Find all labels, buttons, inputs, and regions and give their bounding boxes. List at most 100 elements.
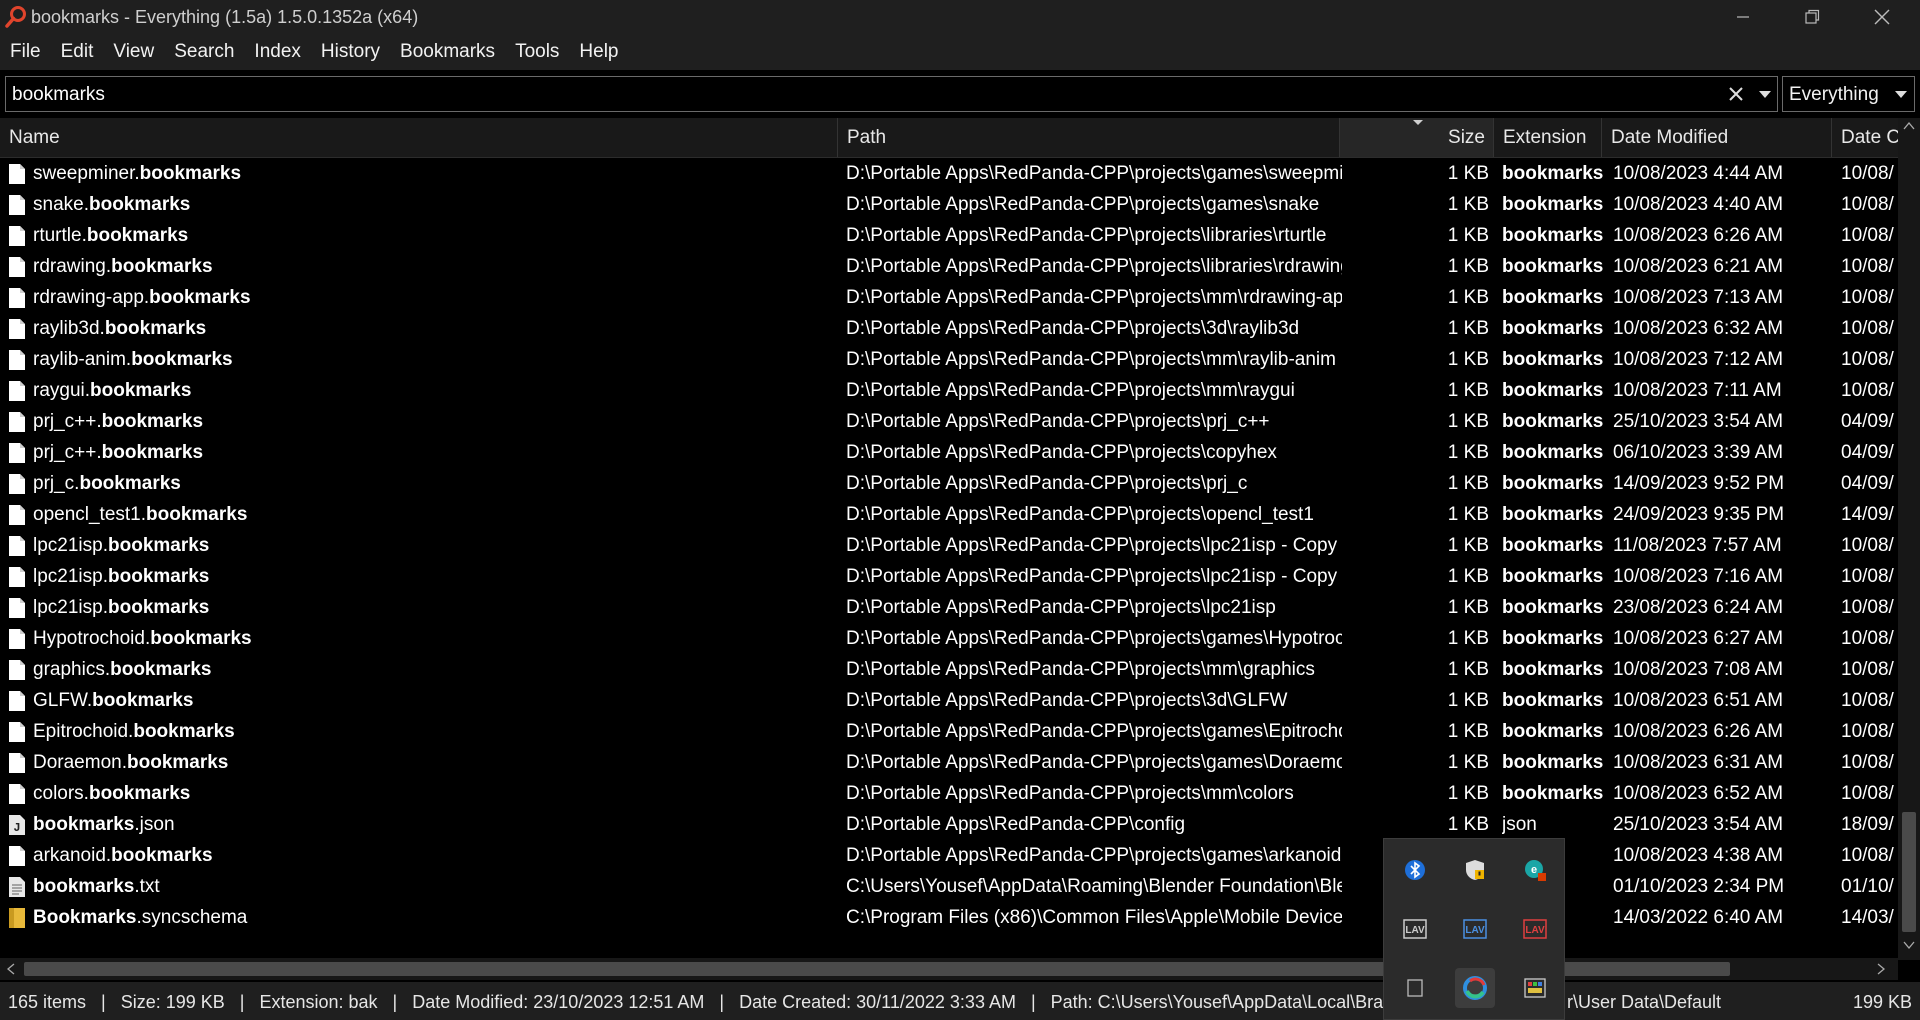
menu-index[interactable]: Index	[244, 41, 310, 63]
svg-text:LAV: LAV	[1465, 925, 1485, 936]
file-path: D:\Portable Apps\RedPanda-CPP\projects\m…	[846, 349, 1336, 370]
minimize-icon	[1737, 16, 1749, 18]
file-name: raylib3d.bookmarks	[33, 318, 207, 339]
table-row[interactable]: Doraemon.bookmarks D:\Portable Apps\RedPa…	[0, 747, 1898, 778]
lav-red-icon[interactable]: LAV	[1515, 909, 1555, 949]
menu-view[interactable]: View	[103, 41, 164, 63]
file-path: D:\Portable Apps\RedPanda-CPP\projects\g…	[846, 845, 1342, 866]
menu-edit[interactable]: Edit	[51, 41, 104, 63]
file-date-modified: 10/08/2023 7:11 AM	[1613, 380, 1782, 401]
table-row[interactable]: lpc21isp.bookmarks D:\Portable Apps\RedPa…	[0, 530, 1898, 561]
table-row[interactable]: sweepminer.bookmarks D:\Portable Apps\Red…	[0, 158, 1898, 189]
file-date-modified: 10/08/2023 6:32 AM	[1613, 318, 1784, 339]
table-row[interactable]: Bookmarks.syncschema C:\Program Files (x8…	[0, 902, 1898, 933]
column-extension[interactable]: Extension	[1494, 118, 1602, 157]
file-icon	[8, 721, 26, 743]
file-name: prj_c.bookmarks	[33, 473, 181, 494]
file-icon	[8, 442, 26, 464]
table-row[interactable]: colors.bookmarks D:\Portable Apps\RedPand…	[0, 778, 1898, 809]
lav-blue-icon[interactable]: LAV	[1455, 909, 1495, 949]
file-size: 1 KB	[1447, 287, 1489, 308]
file-path: D:\Portable Apps\RedPanda-CPP\projects\g…	[846, 721, 1342, 742]
table-row[interactable]: raylib3d.bookmarks D:\Portable Apps\RedPa…	[0, 313, 1898, 344]
column-path[interactable]: Path	[838, 118, 1340, 157]
table-row[interactable]: GLFW.bookmarks D:\Portable Apps\RedPanda-…	[0, 685, 1898, 716]
restore-button[interactable]	[1782, 0, 1842, 34]
file-path: D:\Portable Apps\RedPanda-CPP\projects\g…	[846, 752, 1342, 773]
vertical-scroll-thumb[interactable]	[1902, 812, 1916, 932]
scroll-right-icon[interactable]	[1876, 963, 1886, 975]
table-row[interactable]: raylib-anim.bookmarks D:\Portable Apps\Re…	[0, 344, 1898, 375]
vertical-scrollbar[interactable]	[1898, 118, 1920, 960]
svg-text:J: J	[13, 821, 20, 835]
file-icon	[8, 225, 26, 247]
table-row[interactable]: prj_c.bookmarks D:\Portable Apps\RedPanda…	[0, 468, 1898, 499]
horizontal-scrollbar[interactable]	[0, 958, 1898, 980]
close-button[interactable]	[1852, 0, 1912, 34]
edge-browser-icon[interactable]	[1455, 968, 1495, 1008]
file-icon	[8, 845, 26, 867]
menu-history[interactable]: History	[311, 41, 390, 63]
menu-search[interactable]: Search	[164, 41, 244, 63]
blank-app-icon[interactable]	[1395, 968, 1435, 1008]
svg-text:e: e	[1531, 864, 1537, 876]
edge-update-icon[interactable]: e	[1515, 850, 1555, 890]
file-icon	[8, 597, 26, 619]
file-icon	[8, 411, 26, 433]
security-shield-icon[interactable]	[1455, 850, 1495, 890]
svg-text:LAV: LAV	[1525, 925, 1545, 936]
file-date-modified: 10/08/2023 7:13 AM	[1613, 287, 1784, 308]
file-icon	[8, 783, 26, 805]
file-date-modified: 23/08/2023 6:24 AM	[1613, 597, 1784, 618]
lav-icon[interactable]: LAV	[1395, 909, 1435, 949]
file-date-modified: 24/09/2023 9:35 PM	[1613, 504, 1785, 525]
menu-bookmarks[interactable]: Bookmarks	[390, 41, 505, 63]
file-path: D:\Portable Apps\RedPanda-CPP\projects\l…	[846, 256, 1342, 277]
file-size: 1 KB	[1447, 628, 1489, 649]
minimize-button[interactable]	[1713, 0, 1773, 34]
file-name: raygui.bookmarks	[33, 380, 192, 401]
table-row[interactable]: prj_c++.bookmarks D:\Portable Apps\RedPan…	[0, 406, 1898, 437]
table-row[interactable]: snake.bookmarks D:\Portable Apps\RedPanda…	[0, 189, 1898, 220]
column-date-created[interactable]: Date C	[1832, 118, 1905, 157]
table-row[interactable]: rturtle.bookmarks D:\Portable Apps\RedPan…	[0, 220, 1898, 251]
table-row[interactable]: rdrawing-app.bookmarks D:\Portable Apps\R…	[0, 282, 1898, 313]
menu-tools[interactable]: Tools	[505, 41, 569, 63]
file-name: sweepminer.bookmarks	[33, 163, 242, 184]
table-row[interactable]: Jbookmarks.json D:\Portable Apps\RedPanda…	[0, 809, 1898, 840]
menu-file[interactable]: File	[0, 41, 51, 63]
file-date-created: 10/08/	[1841, 535, 1894, 556]
table-row[interactable]: rdrawing.bookmarks D:\Portable Apps\RedPa…	[0, 251, 1898, 282]
table-row[interactable]: prj_c++.bookmarks D:\Portable Apps\RedPan…	[0, 437, 1898, 468]
file-date-created: 04/09/	[1841, 473, 1894, 494]
table-row[interactable]: Hypotrochoid.bookmarks D:\Portable Apps\R…	[0, 623, 1898, 654]
filter-select[interactable]: Everything	[1782, 76, 1915, 112]
scroll-down-icon[interactable]	[1903, 940, 1915, 950]
scroll-left-icon[interactable]	[6, 963, 16, 975]
table-row[interactable]: graphics.bookmarks D:\Portable Apps\RedPa…	[0, 654, 1898, 685]
bluetooth-icon[interactable]	[1395, 850, 1435, 890]
search-history-dropdown-icon[interactable]	[1754, 80, 1776, 108]
file-size: 1 KB	[1447, 721, 1489, 742]
scroll-up-icon[interactable]	[1903, 121, 1915, 131]
column-size[interactable]: Size	[1340, 118, 1494, 157]
file-date-modified: 11/08/2023 7:57 AM	[1613, 535, 1782, 556]
table-row[interactable]: arkanoid.bookmarks D:\Portable Apps\RedPa…	[0, 840, 1898, 871]
table-row[interactable]: opencl_test1.bookmarks D:\Portable Apps\R…	[0, 499, 1898, 530]
svg-text:LAV: LAV	[1405, 925, 1425, 936]
table-row[interactable]: raygui.bookmarks D:\Portable Apps\RedPand…	[0, 375, 1898, 406]
file-date-created: 10/08/	[1841, 194, 1894, 215]
results-list[interactable]: sweepminer.bookmarks D:\Portable Apps\Red…	[0, 158, 1898, 958]
file-extension: bookmarks	[1502, 442, 1604, 463]
color-app-icon[interactable]	[1515, 968, 1555, 1008]
table-row[interactable]: bookmarks.txt C:\Users\Yousef\AppData\Roa…	[0, 871, 1898, 902]
table-row[interactable]: lpc21isp.bookmarks D:\Portable Apps\RedPa…	[0, 592, 1898, 623]
clear-search-icon[interactable]	[1722, 80, 1750, 108]
search-input[interactable]	[12, 83, 1712, 107]
table-row[interactable]: Epitrochoid.bookmarks D:\Portable Apps\Re…	[0, 716, 1898, 747]
table-row[interactable]: lpc21isp.bookmarks D:\Portable Apps\RedPa…	[0, 561, 1898, 592]
file-date-modified: 25/10/2023 3:54 AM	[1613, 411, 1784, 432]
column-date-modified[interactable]: Date Modified	[1602, 118, 1832, 157]
column-name[interactable]: Name	[0, 118, 838, 157]
menu-help[interactable]: Help	[569, 41, 628, 63]
